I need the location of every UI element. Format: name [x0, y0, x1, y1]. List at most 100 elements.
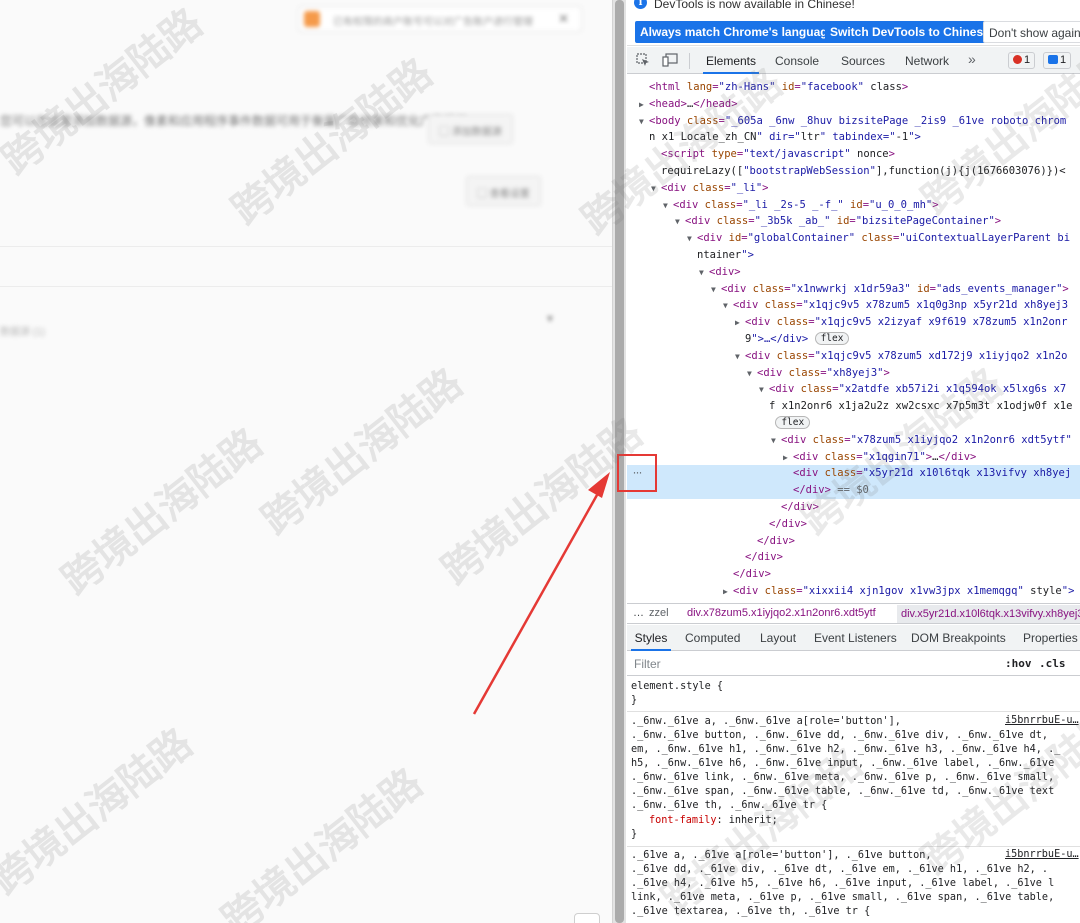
filter-input[interactable]: Filter	[634, 657, 661, 671]
dom-node-line[interactable]: ▶ <head>…</head>	[627, 96, 1080, 113]
tab-sources[interactable]: Sources	[841, 47, 885, 74]
flex-badge[interactable]: flex	[814, 332, 850, 345]
dom-node-line[interactable]: ▼ <div class="_li _2s-5 _-f_" id="u_0_0_m…	[627, 197, 1080, 214]
dom-node-line[interactable]: </div>	[627, 566, 1080, 583]
tab-layout[interactable]: Layout	[760, 625, 796, 651]
dom-node-line[interactable]: ▼ <div class="xh8yej3">	[627, 365, 1080, 382]
switch-chinese-button[interactable]: Switch DevTools to Chinese	[825, 21, 995, 43]
dom-node-line[interactable]: ▼ <div class="_3b5k _ab_" id="bizsitePage…	[627, 213, 1080, 230]
expand-toggle-icon[interactable]: ▼	[687, 230, 697, 247]
css-selector-line[interactable]: ._6nw._61ve link, ._6nw._61ve meta, ._6n…	[631, 771, 1054, 785]
expand-toggle-icon[interactable]: ▶	[783, 449, 793, 466]
css-selector-line[interactable]: ._61ve dd, ._61ve div, ._61ve dt, ._61ve…	[631, 863, 1048, 877]
expand-toggle-icon[interactable]: ▶	[735, 314, 745, 331]
css-selector-line[interactable]: link, ._61ve meta, ._61ve p, ._61ve smal…	[631, 891, 1054, 905]
dom-node-line[interactable]: ▼ <div id="globalContainer" class="uiCont…	[627, 230, 1080, 247]
dom-node-line[interactable]: flex	[627, 415, 1080, 432]
hover-state-toggle[interactable]: :hov	[1005, 657, 1032, 670]
match-language-button[interactable]: Always match Chrome's language	[635, 21, 840, 43]
device-toolbar-icon[interactable]	[662, 53, 678, 67]
add-data-source-button[interactable]: ▢ 添加数据源	[428, 114, 513, 144]
expand-toggle-icon[interactable]: ▼	[771, 432, 781, 449]
dom-node-line[interactable]: <div class="x5yr21d x10l6tqk x13vifvy xh…	[627, 465, 1080, 483]
dom-node-line[interactable]: ▶ <div class="x1qjc9v5 x2izyaf x9f619 x78…	[627, 314, 1080, 331]
dom-node-line[interactable]: ▶ <div class="xixxii4 xjn1gov x1vw3jpx x1…	[627, 583, 1080, 600]
expand-toggle-icon[interactable]: ▼	[735, 348, 745, 365]
tab-properties[interactable]: Properties	[1023, 625, 1078, 651]
dom-node-line[interactable]: <script type="text/javascript" nonce>	[627, 146, 1080, 163]
flex-badge[interactable]: flex	[775, 416, 811, 429]
expand-toggle-icon[interactable]: ▼	[639, 113, 649, 130]
css-selector-line[interactable]: ._6nw._61ve span, ._6nw._61ve table, ._6…	[631, 785, 1054, 799]
tab-dom-breakpoints[interactable]: DOM Breakpoints	[911, 625, 1006, 651]
tab-styles[interactable]: Styles	[631, 625, 671, 651]
page-corner-tab[interactable]	[574, 913, 600, 923]
dom-node-line[interactable]: ▼ <div>	[627, 264, 1080, 281]
css-selector-line[interactable]: ._6nw._61ve th, ._6nw._61ve tr {	[631, 799, 827, 813]
dom-node-line[interactable]: f x1n2onr6 x1ja2u2z xw2csxc x7p5m3t x1od…	[627, 398, 1080, 415]
dom-node-line[interactable]: </div>	[627, 516, 1080, 533]
expand-toggle-icon[interactable]: ▼	[723, 297, 733, 314]
breadcrumb-item[interactable]: div.x78zum5.x1iyjqo2.x1n2onr6.xdt5ytf	[687, 607, 876, 619]
inspect-element-icon[interactable]	[636, 53, 650, 67]
dom-node-line[interactable]: <html lang="zh-Hans" id="facebook" class…	[627, 79, 1080, 96]
dom-node-line[interactable]: requireLazy(["bootstrapWebSession"],func…	[627, 163, 1080, 180]
tab-network[interactable]: Network	[905, 47, 949, 74]
expand-toggle-icon[interactable]: ▼	[663, 197, 673, 214]
css-selector-line[interactable]: em, ._6nw._61ve h1, ._6nw._61ve h2, ._6n…	[631, 743, 1060, 757]
expand-toggle-icon[interactable]: ▼	[651, 180, 661, 197]
close-icon[interactable]: ✕	[558, 11, 569, 27]
message-count-badge[interactable]: 1	[1043, 52, 1072, 69]
breadcrumb-item[interactable]: zzel	[649, 607, 669, 619]
tab-event-listeners[interactable]: Event Listeners	[814, 625, 897, 651]
error-count-badge[interactable]: 1	[1008, 52, 1036, 69]
dom-node-line[interactable]: ▼ <div class="x1qjc9v5 x78zum5 x1q0g3np x…	[627, 297, 1080, 314]
chevron-down-icon[interactable]: ▼	[545, 314, 555, 325]
expand-toggle-icon[interactable]: ▼	[747, 365, 757, 382]
top-notice-bar[interactable]: 已有权限的商户账号可以对广告账户进行管理 ✕	[298, 6, 582, 32]
dom-node-line[interactable]: ntainer">	[627, 247, 1080, 264]
element-style-selector[interactable]: element.style {	[631, 680, 723, 694]
expand-toggle-icon[interactable]: ▶	[723, 583, 733, 600]
css-selector-line[interactable]: ._61ve textarea, ._61ve th, ._61ve tr {	[631, 905, 870, 919]
warning-icon	[304, 11, 320, 27]
dom-node-line[interactable]: n x1 Locale_zh_CN" dir="ltr" tabindex="-…	[627, 129, 1080, 146]
tab-computed[interactable]: Computed	[685, 625, 740, 651]
expand-toggle-icon[interactable]: ▼	[759, 381, 769, 398]
dom-node-line[interactable]: </div>	[627, 499, 1080, 516]
css-selector-line[interactable]: ._6nw._61ve a, ._6nw._61ve a[role='butto…	[631, 715, 901, 729]
web-page-viewport: 已有权限的商户账号可以对广告账户进行管理 ✕ 您可以在这里添加数据源，像素和应用…	[0, 0, 612, 923]
css-selector-line[interactable]: h5, ._6nw._61ve h6, ._6nw._61ve input, .…	[631, 757, 1054, 771]
breadcrumb-overflow[interactable]: …	[633, 607, 644, 619]
expand-toggle-icon[interactable]: ▼	[711, 281, 721, 298]
rule-close-brace: }	[631, 695, 638, 706]
stylesheet-link[interactable]: i5bnrrbuE-u…	[1005, 715, 1079, 726]
css-selector-line[interactable]: ._61ve h4, ._61ve h5, ._61ve h6, ._61ve …	[631, 877, 1054, 891]
dom-node-line[interactable]: </div> == $0	[627, 482, 1080, 500]
css-declaration[interactable]: font-family: inherit;	[649, 814, 778, 828]
info-icon: i	[634, 0, 647, 9]
dom-node-line[interactable]: </div>	[627, 533, 1080, 550]
expand-toggle-icon[interactable]: ▶	[639, 96, 649, 113]
expand-toggle-icon[interactable]: ▼	[699, 264, 709, 281]
dom-node-line[interactable]: ▶ <div class="x1qgin71">…</div>	[627, 449, 1080, 466]
dom-node-line[interactable]: ▼ <body class="_605a _6nw _8huv bizsitePa…	[627, 113, 1080, 130]
dom-node-line[interactable]: 9">…</div> flex	[627, 331, 1080, 348]
class-toggle[interactable]: .cls	[1039, 657, 1066, 670]
css-selector-line[interactable]: ._6nw._61ve button, ._6nw._61ve dd, ._6n…	[631, 729, 1048, 743]
stylesheet-link[interactable]: i5bnrrbuE-u…	[1005, 849, 1079, 860]
tab-elements[interactable]: Elements	[703, 47, 759, 74]
more-tabs-icon[interactable]: »	[968, 51, 976, 67]
dom-node-line[interactable]: </div>	[627, 549, 1080, 566]
dom-node-line[interactable]: ▼ <div class="x78zum5 x1iyjqo2 x1n2onr6 x…	[627, 432, 1080, 449]
breadcrumb-item-active[interactable]: div.x5yr21d.x10l6tqk.x13vifvy.xh8yej3	[897, 605, 1080, 623]
css-selector-line[interactable]: ._61ve a, ._61ve a[role='button'], ._61v…	[631, 849, 932, 863]
dont-show-again-button[interactable]: Don't show again	[983, 21, 1080, 43]
view-settings-button[interactable]: ▢ 查看设置	[466, 176, 541, 206]
tab-console[interactable]: Console	[775, 47, 819, 74]
dom-node-line[interactable]: ▼ <div class="x1nwwrkj x1dr59a3" id="ads_…	[627, 281, 1080, 298]
dom-node-line[interactable]: ▼ <div class="_li">	[627, 180, 1080, 197]
dom-node-line[interactable]: ▼ <div class="x2atdfe xb57i2i x1q594ok x5…	[627, 381, 1080, 398]
dom-node-line[interactable]: ▼ <div class="x1qjc9v5 x78zum5 xd172j9 x1…	[627, 348, 1080, 365]
expand-toggle-icon[interactable]: ▼	[675, 213, 685, 230]
